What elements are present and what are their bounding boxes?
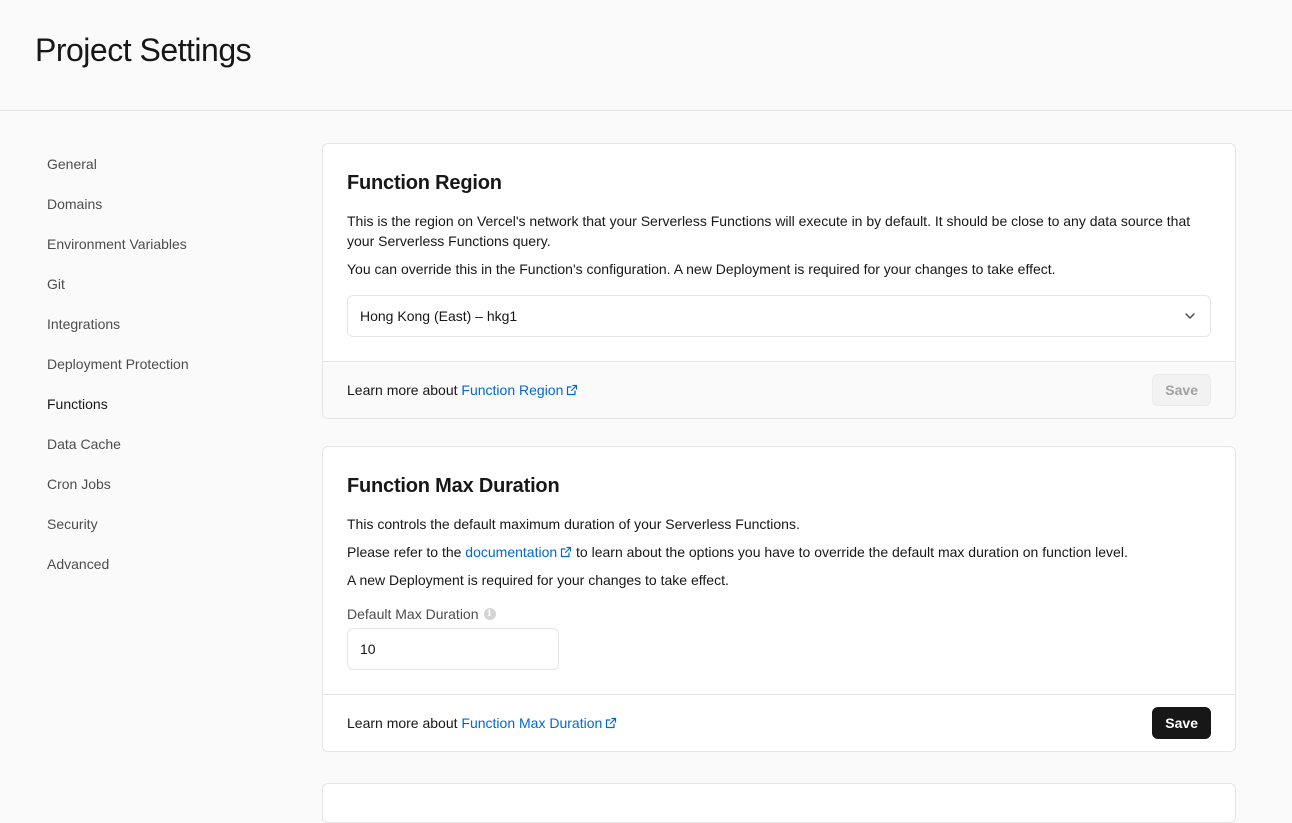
- info-icon[interactable]: i: [483, 608, 496, 620]
- function-region-override-note: You can override this in the Function's …: [347, 261, 1056, 277]
- external-link-icon: [567, 384, 578, 396]
- sidebar-item-security[interactable]: Security: [47, 511, 277, 551]
- sidebar-item-integrations[interactable]: Integrations: [47, 311, 277, 351]
- page-header: Project Settings: [0, 0, 1292, 111]
- sidebar-item-cron-jobs[interactable]: Cron Jobs: [47, 471, 277, 511]
- function-region-save-button[interactable]: Save: [1152, 374, 1211, 406]
- function-max-duration-save-button[interactable]: Save: [1152, 707, 1211, 739]
- sidebar-item-functions[interactable]: Functions: [47, 391, 277, 431]
- function-region-title: Function Region: [347, 172, 502, 194]
- documentation-reference: Please refer to the documentation to lea…: [347, 544, 1128, 560]
- sidebar-item-domains[interactable]: Domains: [47, 191, 277, 231]
- sidebar-item-environment-variables[interactable]: Environment Variables: [47, 231, 277, 271]
- page-title: Project Settings: [35, 32, 252, 68]
- footer-prefix: Learn more about: [347, 382, 458, 398]
- region-select-value: Hong Kong (East) – hkg1: [360, 308, 518, 324]
- default-max-duration-label: Default Max Duration i: [347, 606, 1211, 622]
- sidebar-item-advanced[interactable]: Advanced: [47, 551, 277, 591]
- function-max-duration-footer-text: Learn more about Function Max Duration: [347, 715, 617, 731]
- external-link-icon: [561, 546, 572, 558]
- function-region-description: This is the region on Vercel's network t…: [347, 213, 1191, 249]
- next-settings-card: [322, 783, 1236, 823]
- footer-prefix: Learn more about: [347, 715, 458, 731]
- documentation-link[interactable]: documentation: [465, 544, 572, 560]
- function-max-duration-link[interactable]: Function Max Duration: [461, 715, 617, 731]
- function-region-link[interactable]: Function Region: [461, 382, 578, 398]
- sidebar-item-git[interactable]: Git: [47, 271, 277, 311]
- region-select[interactable]: Hong Kong (East) – hkg1: [347, 295, 1211, 337]
- function-max-duration-description: This controls the default maximum durati…: [347, 516, 800, 532]
- function-region-footer-text: Learn more about Function Region: [347, 382, 578, 398]
- function-max-duration-deploy-note: A new Deployment is required for your ch…: [347, 572, 729, 588]
- function-max-duration-footer: Learn more about Function Max Duration S…: [323, 694, 1235, 751]
- sidebar-item-deployment-protection[interactable]: Deployment Protection: [47, 351, 277, 391]
- chevron-down-icon: [1185, 313, 1195, 319]
- external-link-icon: [606, 717, 617, 729]
- sidebar-item-data-cache[interactable]: Data Cache: [47, 431, 277, 471]
- function-max-duration-card: Function Max Duration This controls the …: [322, 446, 1236, 752]
- function-region-card: Function Region This is the region on Ve…: [322, 143, 1236, 419]
- sidebar-item-general[interactable]: General: [47, 151, 277, 191]
- function-max-duration-title: Function Max Duration: [347, 475, 560, 497]
- default-max-duration-input[interactable]: [347, 628, 559, 670]
- function-region-footer: Learn more about Function Region Save: [323, 361, 1235, 418]
- settings-sidebar: General Domains Environment Variables Gi…: [47, 151, 277, 591]
